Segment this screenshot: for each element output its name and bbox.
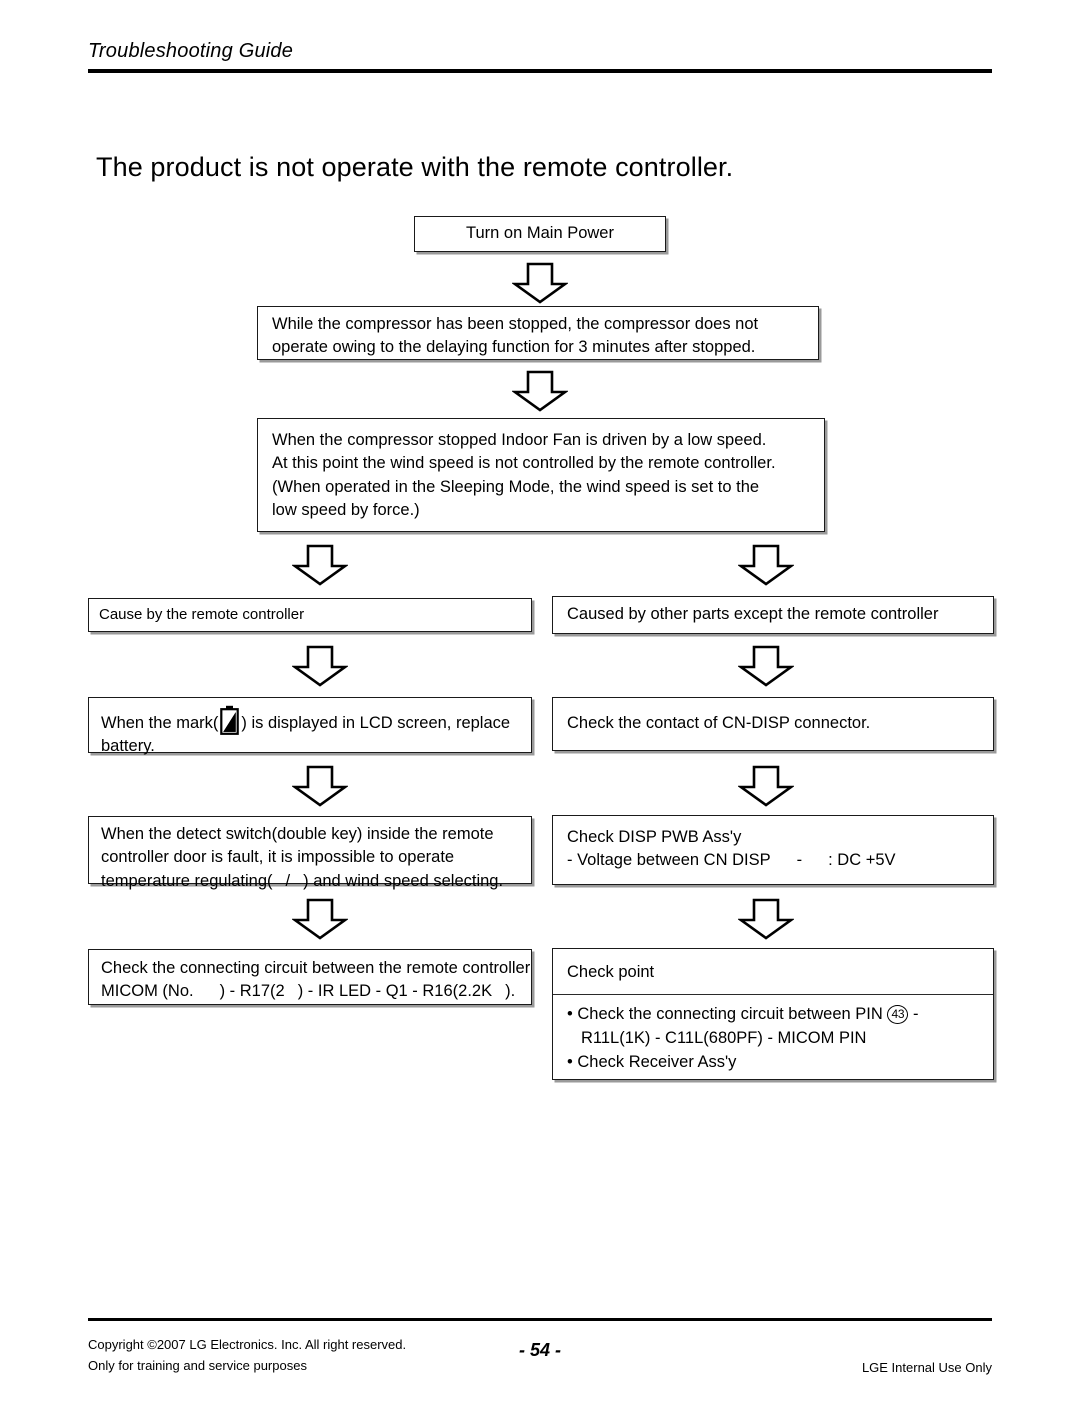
detect-text-post: ) and wind speed selecting. [303, 871, 504, 890]
check-point-bullet: • Check Receiver Ass'y [567, 1053, 737, 1072]
flow-box-label: Turn on Main Power [466, 224, 614, 243]
flow-box-line: controller door is fault, it is impossib… [101, 848, 455, 867]
down-arrow-icon [292, 645, 348, 687]
flow-box-line: low speed by force.) [272, 501, 420, 520]
flow-box-label: Cause by the remote controller [99, 606, 305, 624]
flow-box-line: temperature regulating( / ) and wind speed… [101, 870, 519, 893]
flow-box-line: While the compressor has been stopped, t… [272, 315, 759, 333]
page-title: The product is not operate with the remo… [96, 152, 734, 182]
flow-box-detect-switch: When the detect switch(double key) insid… [88, 816, 532, 890]
flow-box-line: When the mark( ) is displayed in LCD scre… [101, 705, 519, 735]
flow-box-line: Check DISP PWB Ass'y [567, 828, 742, 846]
micom-text-c: ) - IR LED - Q1 - R16(2.2K [297, 982, 493, 1001]
flow-box-check-cn-disp-connector: Check the contact of CN-DISP connector. [552, 697, 994, 751]
check-point-body: • Check the connecting circuit between P… [553, 995, 993, 1081]
disp-text-dash: - [796, 851, 803, 870]
flow-box-line: - Voltage between CN DISP - : DC +5V [567, 849, 979, 872]
battery-icon [220, 705, 240, 735]
battery-text-post: ) is displayed in LCD screen, replace [241, 714, 511, 732]
flow-box-indoor-fan: When the compressor stopped Indoor Fan i… [257, 418, 825, 532]
flow-box-line: (When operated in the Sleeping Mode, the… [272, 477, 760, 496]
flow-box-line: battery. [101, 737, 155, 756]
down-arrow-icon [292, 544, 348, 586]
flow-box-line: When the compressor stopped Indoor Fan i… [272, 431, 767, 449]
flow-box-line: Check the connecting circuit between the… [101, 959, 531, 977]
circled-pin-number: 43 [887, 1004, 909, 1024]
flow-box-check-point: Check point • Check the connecting circu… [552, 948, 994, 1080]
battery-text-pre: When the mark( [101, 714, 219, 732]
down-arrow-icon [292, 765, 348, 807]
flow-box-label: Caused by other parts except the remote … [567, 605, 939, 624]
flow-box-line: operate owing to the delaying function f… [272, 338, 756, 357]
page-header: Troubleshooting Guide [88, 40, 992, 73]
flow-box-check-disp-pwb: Check DISP PWB Ass'y - Voltage between C… [552, 815, 994, 885]
down-arrow-icon [738, 544, 794, 586]
header-title: Troubleshooting Guide [88, 40, 294, 62]
flow-box-compressor-delay: While the compressor has been stopped, t… [257, 306, 819, 360]
check-point-bullet-continuation: R11L(1K) - C11L(680PF) - MICOM PIN [581, 1029, 867, 1048]
down-arrow-icon [738, 898, 794, 940]
flow-box-line: When the detect switch(double key) insid… [101, 825, 494, 843]
bullet-text-post: - [912, 1005, 919, 1024]
flow-box-line: MICOM (No. ) - R17(2 ) - IR LED - Q1 - R16… [101, 980, 519, 1003]
flow-box-label: Check the contact of CN-DISP connector. [567, 714, 871, 733]
micom-text-b: ) - R17(2 [219, 982, 285, 1001]
down-arrow-icon [512, 370, 568, 412]
micom-text-d: ). [505, 982, 516, 1001]
detect-text-sep: / [285, 871, 291, 890]
flow-box-check-micom-circuit: Check the connecting circuit between the… [88, 949, 532, 1005]
check-point-bullet: • Check the connecting circuit between P… [567, 1003, 979, 1027]
flow-box-line: At this point the wind speed is not cont… [272, 454, 776, 473]
flow-box-replace-battery: When the mark( ) is displayed in LCD scre… [88, 697, 532, 755]
detect-text-pre: temperature regulating( [101, 871, 273, 890]
page-number: - 54 - [518, 1340, 561, 1360]
disp-text-post: : DC +5V [828, 851, 896, 870]
flow-box-turn-on-main-power: Turn on Main Power [414, 216, 666, 252]
down-arrow-icon [738, 765, 794, 807]
down-arrow-icon [738, 645, 794, 687]
flow-box-cause-other-parts: Caused by other parts except the remote … [552, 596, 994, 634]
bullet-text-pre: • Check the connecting circuit between P… [567, 1005, 883, 1024]
footer-divider [88, 1318, 992, 1321]
header-divider [88, 69, 992, 73]
down-arrow-icon [512, 262, 568, 304]
footer-internal-use-notice: LGE Internal Use Only [861, 1360, 992, 1375]
check-point-heading: Check point [553, 949, 993, 996]
flow-box-cause-remote-controller: Cause by the remote controller [88, 598, 532, 632]
down-arrow-icon [292, 898, 348, 940]
micom-text-a: MICOM (No. [101, 982, 194, 1001]
disp-text-pre: - Voltage between CN DISP [567, 851, 771, 870]
